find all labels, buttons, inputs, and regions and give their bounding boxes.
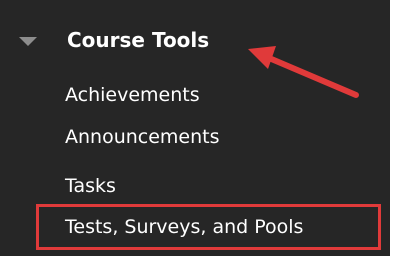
menu-item-tasks[interactable]: Tasks	[65, 173, 116, 199]
menu-item-announcements[interactable]: Announcements	[65, 124, 220, 150]
caret-down-icon[interactable]	[19, 37, 37, 46]
course-tools-panel: Course Tools Achievements Announcements …	[0, 0, 390, 256]
highlight-box	[36, 204, 381, 250]
menu-item-achievements[interactable]: Achievements	[65, 82, 200, 108]
course-tools-heading[interactable]: Course Tools	[67, 26, 209, 54]
